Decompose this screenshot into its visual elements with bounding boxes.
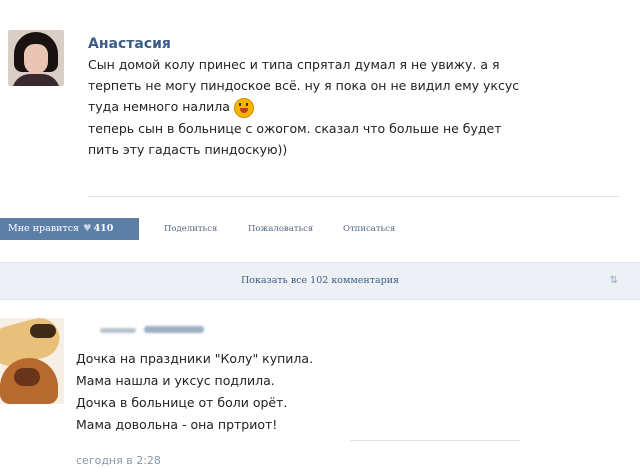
like-count: 410 xyxy=(93,223,114,234)
shocked-face-emoji-icon xyxy=(233,97,254,118)
post-text: Сын домой колу принес и типа спрятал дум… xyxy=(88,54,613,160)
commenter-avatar[interactable] xyxy=(0,318,64,404)
sort-icon[interactable]: ⇅ xyxy=(610,275,618,286)
divider xyxy=(350,440,520,441)
post-line: пить эту гадасть пиндоскую)) xyxy=(88,141,288,157)
comment-line: Мама нашла и уксус подлила. xyxy=(76,373,275,388)
unsubscribe-link[interactable]: Отписаться xyxy=(343,224,395,234)
like-button[interactable]: Мне нравится ♥ 410 xyxy=(0,218,139,240)
post-line: терпеть не могу пиндоское всё. ну я пока… xyxy=(88,78,520,93)
post-line: теперь сын в больнице с ожогом. сказал ч… xyxy=(88,120,502,136)
like-label: Мне нравится xyxy=(8,223,80,234)
divider xyxy=(88,196,620,197)
show-comments-bar[interactable]: Показать все 102 комментария ⇅ xyxy=(0,262,640,300)
comment-line: Дочка в больнице от боли орёт. xyxy=(76,395,288,410)
author-avatar[interactable] xyxy=(8,30,64,86)
report-link[interactable]: Пожаловаться xyxy=(248,224,313,234)
wall-post: Анастасия Сын домой колу принес и типа с… xyxy=(0,0,640,200)
blurred-commenter-name xyxy=(100,326,210,336)
author-name[interactable]: Анастасия xyxy=(88,36,171,52)
share-link[interactable]: Поделиться xyxy=(164,224,217,234)
comment-line: Дочка на праздники "Колу" купила. xyxy=(76,351,314,366)
comment-text: Дочка на праздники "Колу" купила. Мама н… xyxy=(76,348,313,436)
post-line: Сын домой колу принес и типа спрятал дум… xyxy=(88,57,500,72)
heart-icon: ♥ xyxy=(83,223,92,234)
comment-timestamp[interactable]: сегодня в 2:28 xyxy=(76,454,161,467)
show-comments-label[interactable]: Показать все 102 комментария xyxy=(0,275,640,286)
post-line: туда немного налила xyxy=(88,96,613,118)
comment-line: Мама довольна - она пртриот! xyxy=(76,417,278,432)
